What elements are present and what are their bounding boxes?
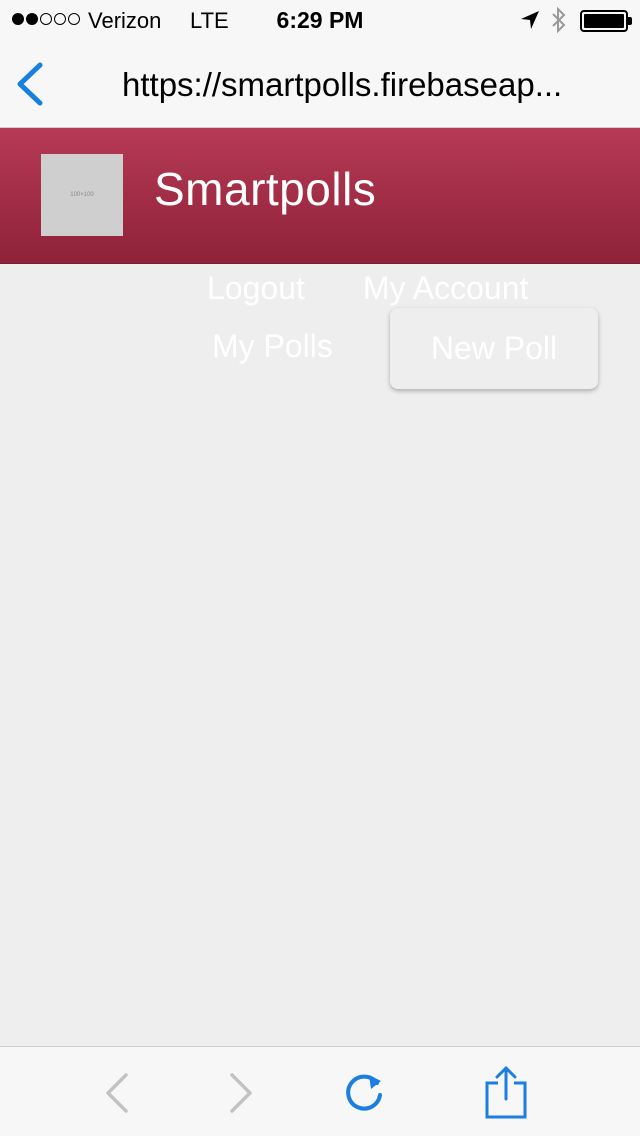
new-poll-button[interactable]: New Poll (390, 308, 598, 389)
logo-placeholder-text: 100×100 (70, 192, 94, 198)
back-icon[interactable] (104, 1073, 132, 1118)
battery-icon (580, 10, 632, 32)
app-title: Smartpolls (154, 163, 377, 215)
browser-url-bar: https://smartpolls.firebaseap... (0, 40, 640, 128)
bluetooth-icon (550, 6, 568, 39)
app-header: 100×100 Smartpolls (0, 128, 640, 264)
share-icon[interactable] (484, 1065, 528, 1124)
browser-toolbar (0, 1046, 640, 1136)
status-time: 6:29 PM (276, 7, 364, 33)
status-bar: Verizon LTE 6:29 PM (0, 0, 640, 40)
my-polls-link[interactable]: My Polls (212, 328, 333, 365)
forward-icon[interactable] (226, 1073, 254, 1118)
reload-icon[interactable] (343, 1069, 387, 1120)
location-arrow-icon (520, 10, 540, 36)
my-account-link[interactable]: My Account (363, 270, 528, 307)
url-address[interactable]: https://smartpolls.firebaseap... (122, 66, 612, 104)
logout-link[interactable]: Logout (207, 270, 305, 307)
back-chevron-icon[interactable] (14, 62, 48, 106)
logo-image: 100×100 (41, 154, 123, 236)
